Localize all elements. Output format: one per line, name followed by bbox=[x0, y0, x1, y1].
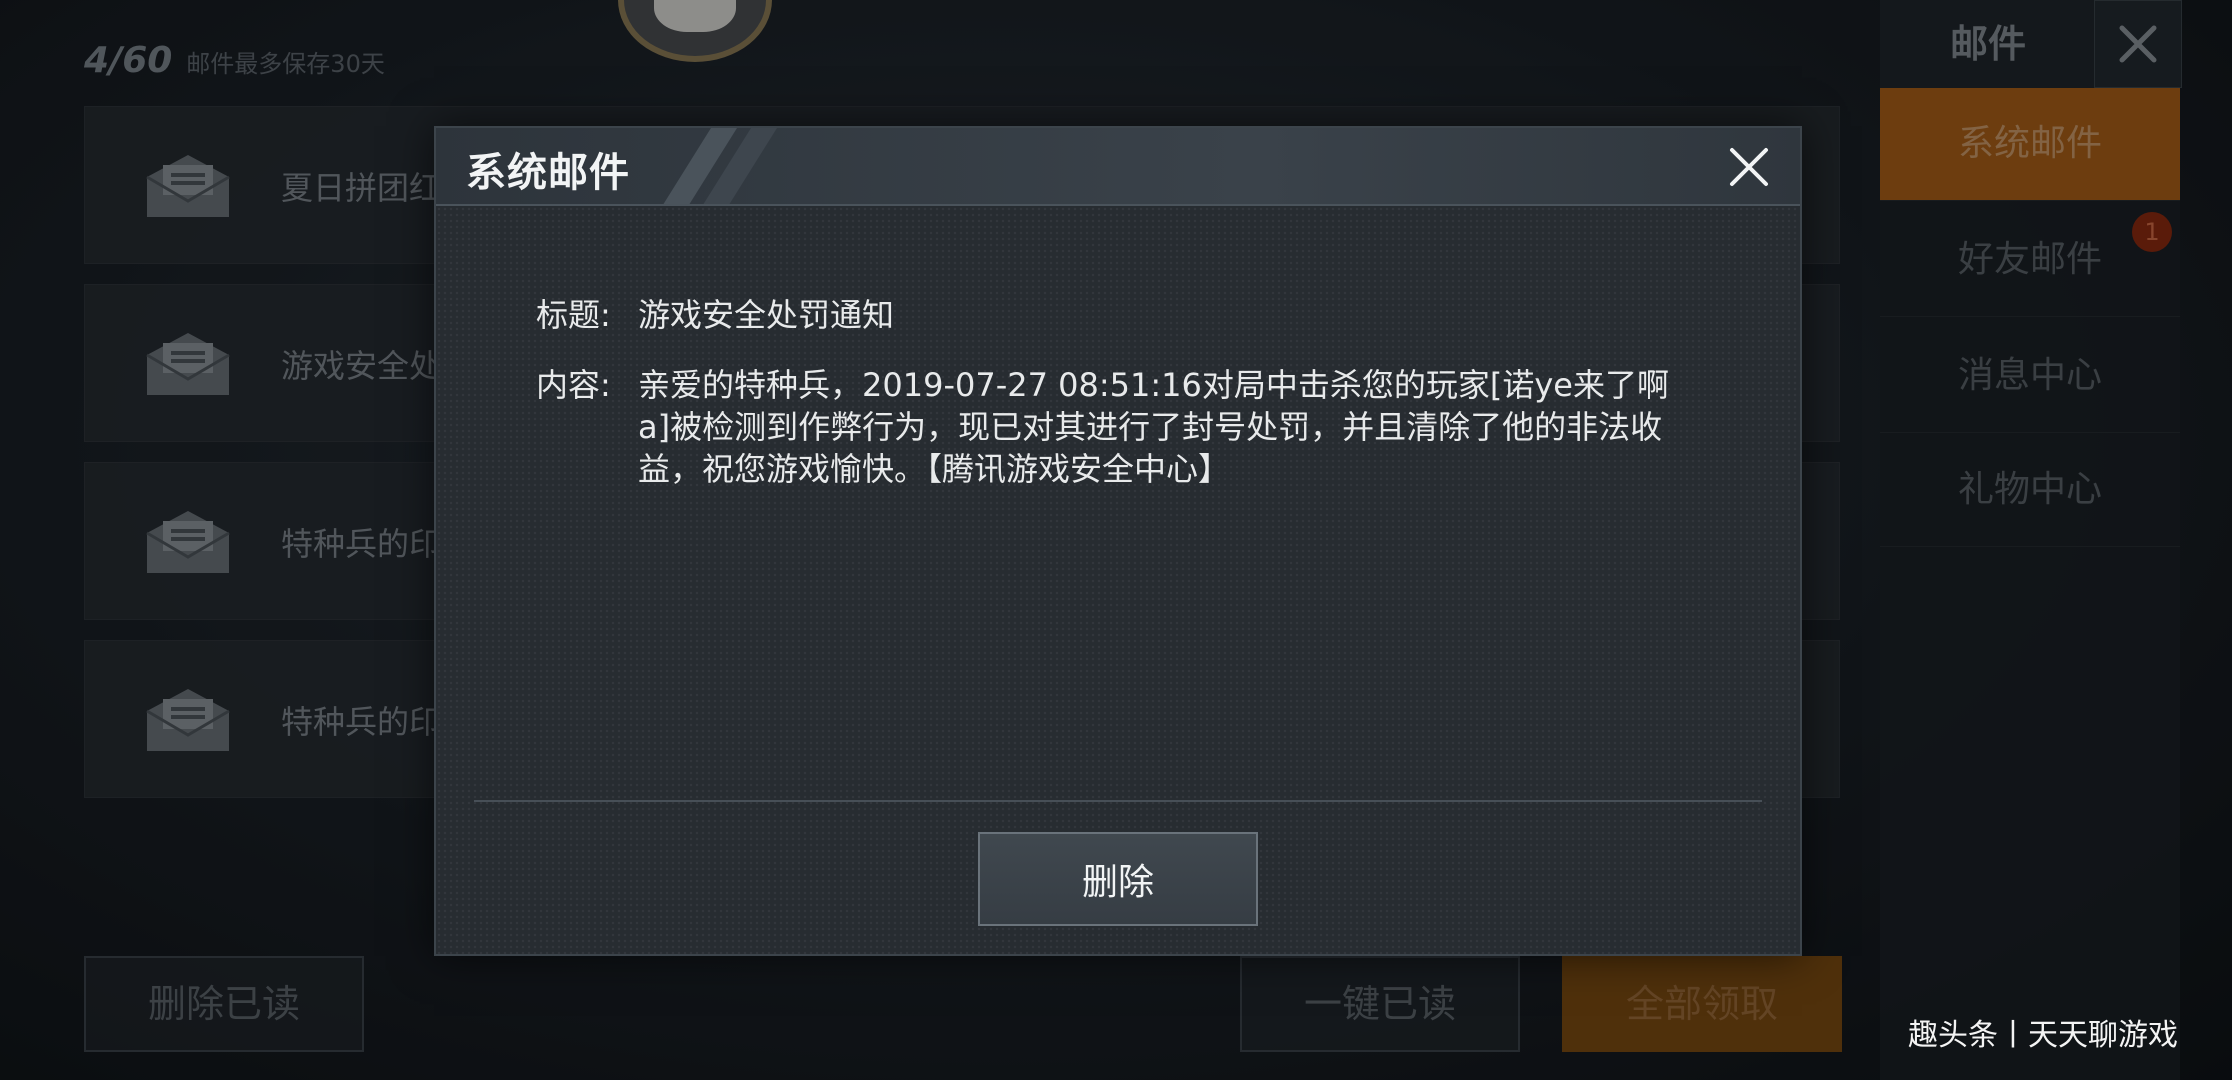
dialog-close-icon[interactable] bbox=[1726, 144, 1772, 190]
content-label: 内容: bbox=[536, 366, 611, 404]
content-text: 亲爱的特种兵，2019-07-27 08:51:16对局中击杀您的玩家[诺ye来… bbox=[638, 366, 1669, 488]
game-mail-screen: 4/60 邮件最多保存30天 夏日拼团红 游戏安全处 特种兵的印 特种兵的印 邮… bbox=[0, 0, 2232, 1080]
dialog-divider bbox=[474, 800, 1762, 802]
dialog-header: 系统邮件 bbox=[436, 128, 1800, 206]
system-mail-dialog: 系统邮件 标题: 游戏安全处罚通知 内容: 亲爱的特种兵，2019-07-27 … bbox=[434, 126, 1802, 956]
subject-text: 游戏安全处罚通知 bbox=[638, 296, 895, 334]
watermark-text: 趣头条丨天天聊游戏 bbox=[1908, 1018, 2178, 1053]
dialog-title: 系统邮件 bbox=[466, 150, 630, 196]
content-row: 内容: 亲爱的特种兵，2019-07-27 08:51:16对局中击杀您的玩家[… bbox=[536, 364, 1698, 490]
delete-button[interactable]: 删除 bbox=[978, 832, 1258, 926]
subject-label: 标题: bbox=[536, 296, 611, 334]
subject-row: 标题: 游戏安全处罚通知 bbox=[536, 294, 1698, 336]
